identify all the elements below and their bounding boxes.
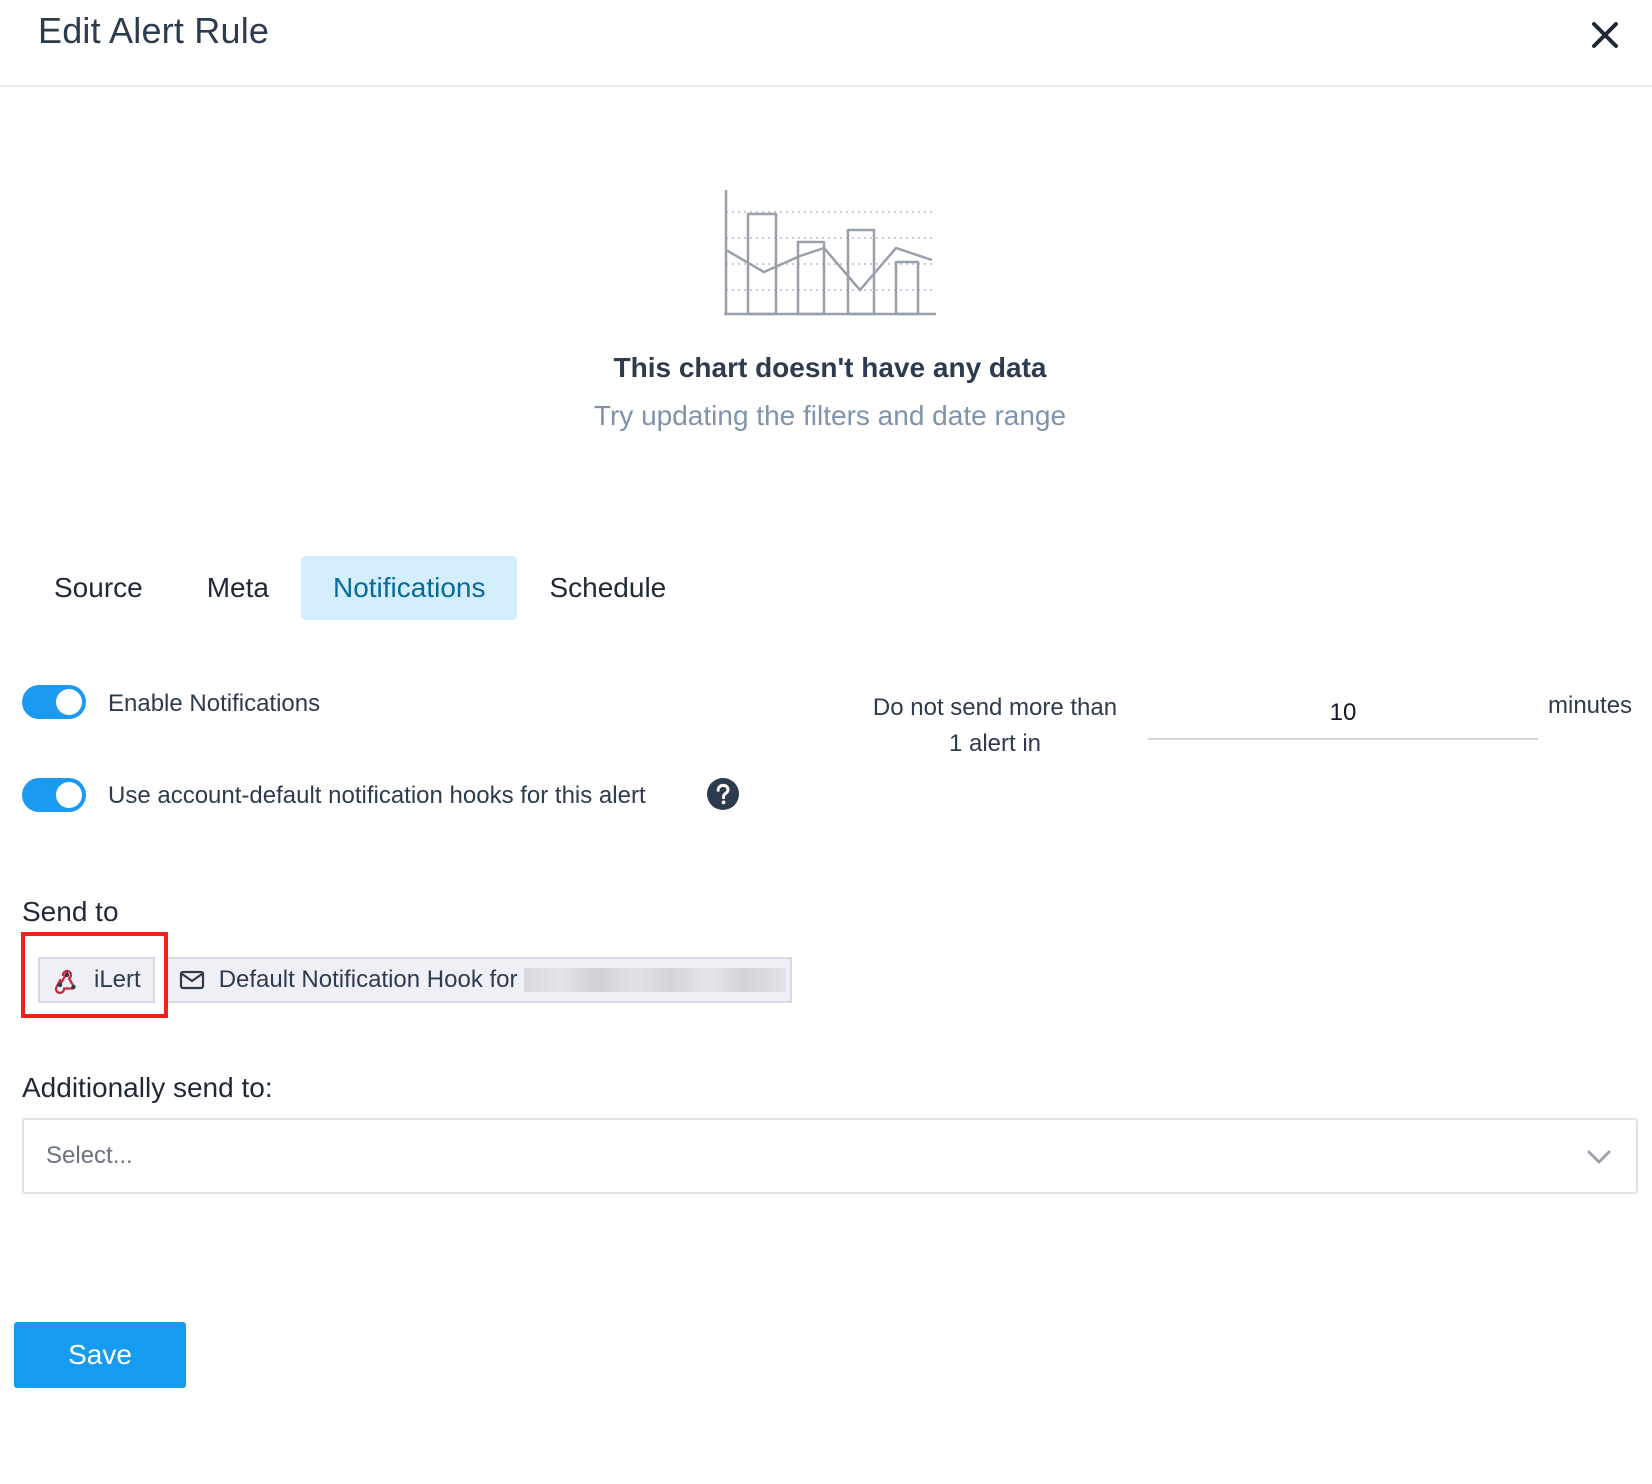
- throttle-unit: minutes: [1548, 692, 1633, 719]
- select-placeholder: Select...: [46, 1142, 133, 1169]
- tab-schedule[interactable]: Schedule: [517, 556, 698, 620]
- dialog-title: Edit Alert Rule: [38, 10, 270, 51]
- send-to-label: Send to: [22, 896, 119, 927]
- toggle-knob: [56, 782, 82, 808]
- throttle-label-line2: 1 alert in: [948, 730, 1042, 757]
- help-icon[interactable]: [706, 777, 740, 811]
- use-default-hooks-toggle[interactable]: [22, 778, 86, 812]
- hook-chip-default[interactable]: Default Notification Hook for: [164, 957, 792, 1003]
- throttle-label: Do not send more than 1 alert in: [855, 690, 1135, 762]
- hook-chip-label: iLert: [94, 966, 141, 993]
- redacted-text: [523, 968, 786, 992]
- enable-notifications-label: Enable Notifications: [108, 690, 321, 717]
- use-default-hooks-label: Use account-default notification hooks f…: [108, 782, 646, 809]
- tab-notifications[interactable]: Notifications: [300, 556, 518, 620]
- close-icon[interactable]: [1588, 18, 1622, 52]
- empty-state-title: This chart doesn't have any data: [613, 352, 1047, 383]
- toggle-knob: [56, 689, 82, 715]
- enable-notifications-toggle[interactable]: [22, 685, 86, 719]
- additional-hooks-select[interactable]: Select...: [22, 1118, 1638, 1194]
- chevron-down-icon[interactable]: [1586, 1144, 1612, 1170]
- hook-chip-ilert[interactable]: iLert: [38, 957, 155, 1003]
- webhook-icon: [54, 969, 76, 994]
- throttle-minutes-input[interactable]: [1148, 688, 1538, 740]
- dialog-header: Edit Alert Rule: [0, 0, 1652, 87]
- tab-meta[interactable]: Meta: [175, 556, 301, 620]
- envelope-icon: [179, 970, 204, 990]
- empty-state-subtitle: Try updating the filters and date range: [593, 400, 1067, 431]
- tab-bar: Source Meta Notifications Schedule: [22, 556, 698, 620]
- tab-source[interactable]: Source: [22, 556, 175, 620]
- additionally-send-to-label: Additionally send to:: [22, 1072, 273, 1103]
- save-button[interactable]: Save: [14, 1322, 186, 1388]
- send-to-hooks: iLert Default Notification Hook for: [38, 957, 792, 1003]
- empty-chart-icon: [724, 190, 936, 316]
- hook-chip-label: Default Notification Hook for: [218, 966, 518, 993]
- throttle-label-line1: Do not send more than: [872, 694, 1118, 721]
